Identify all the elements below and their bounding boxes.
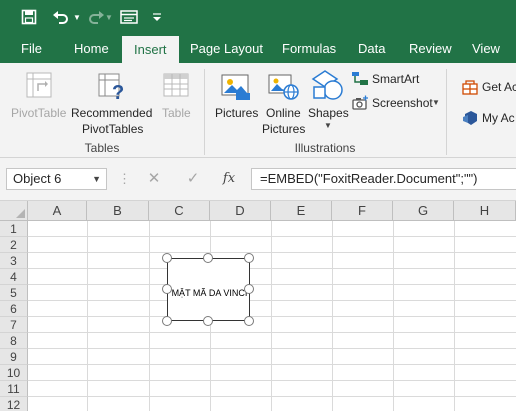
recommended-pivottables-line1[interactable]: Recommended (71, 106, 152, 120)
online-pictures-line1[interactable]: Online (266, 106, 301, 120)
gridline (28, 284, 516, 285)
save-icon[interactable] (18, 6, 40, 28)
row-header-7[interactable]: 7 (0, 317, 28, 333)
row-header-1[interactable]: 1 (0, 221, 28, 237)
column-header-d[interactable]: D (210, 201, 271, 221)
resize-handle-left[interactable] (162, 284, 172, 294)
undo-icon[interactable] (50, 6, 72, 28)
gridline (28, 300, 516, 301)
illustrations-group-label: Illustrations (294, 141, 356, 155)
column-header-c[interactable]: C (149, 201, 210, 221)
recommended-pivottables-icon[interactable]: ? (98, 71, 128, 104)
resize-handle-top-left[interactable] (162, 253, 172, 263)
title-bar: ▼ ▼ (0, 0, 516, 34)
row-header-8[interactable]: 8 (0, 333, 28, 349)
recommended-pivottables-line2[interactable]: PivotTables (82, 122, 143, 136)
my-addins-icon[interactable] (462, 110, 478, 129)
cancel-icon[interactable]: ✕ (143, 168, 165, 190)
smartart-icon[interactable] (351, 71, 369, 90)
shapes-dropdown-icon[interactable]: ▼ (324, 121, 332, 130)
name-box-dropdown-icon[interactable]: ▼ (92, 169, 101, 189)
form-icon[interactable] (118, 6, 140, 28)
tab-formulas[interactable]: Formulas (282, 34, 336, 63)
insert-function-icon[interactable]: fx (218, 168, 240, 190)
column-header-a[interactable]: A (28, 201, 87, 221)
pivottable-button[interactable]: PivotTable (11, 106, 66, 120)
pictures-icon[interactable] (221, 71, 251, 104)
store-icon[interactable] (462, 79, 478, 98)
gridline (28, 252, 516, 253)
row-header-2[interactable]: 2 (0, 237, 28, 253)
embedded-object[interactable]: MẬT MÃ DA VINCI (167, 258, 250, 321)
row-header-3[interactable]: 3 (0, 253, 28, 269)
resize-handle-bottom-right[interactable] (244, 316, 254, 326)
select-all-triangle-icon (16, 209, 25, 218)
embedded-object-label: MẬT MÃ DA VINCI (171, 288, 248, 298)
formula-input[interactable]: =EMBED("FoxitReader.Document";"") (251, 168, 516, 190)
tab-data[interactable]: Data (358, 34, 385, 63)
formula-bar-splitter-icon[interactable]: ⋮ (118, 171, 131, 187)
row-header-9[interactable]: 9 (0, 349, 28, 365)
gridline (28, 380, 516, 381)
redo-icon[interactable] (86, 6, 106, 28)
screenshot-dropdown-icon[interactable]: ▼ (432, 98, 440, 107)
gridline (28, 268, 516, 269)
customize-toolbar-icon[interactable] (150, 6, 164, 28)
resize-handle-bottom-left[interactable] (162, 316, 172, 326)
resize-handle-bottom[interactable] (203, 316, 213, 326)
tables-group-label: Tables (84, 141, 120, 155)
table-icon[interactable] (163, 73, 189, 100)
name-box-value: Object 6 (13, 171, 62, 186)
select-all-button[interactable] (0, 201, 28, 221)
resize-handle-top[interactable] (203, 253, 213, 263)
column-header-e[interactable]: E (271, 201, 332, 221)
row-header-11[interactable]: 11 (0, 381, 28, 397)
shapes-button[interactable]: Shapes (308, 106, 349, 120)
online-pictures-line2[interactable]: Pictures (262, 122, 305, 136)
pictures-button[interactable]: Pictures (215, 106, 258, 120)
column-header-b[interactable]: B (87, 201, 149, 221)
screenshot-button[interactable]: Screenshot (372, 96, 433, 110)
column-header-f[interactable]: F (332, 201, 393, 221)
tab-file[interactable]: File (21, 34, 42, 63)
online-pictures-icon[interactable] (268, 71, 300, 104)
ribbon-separator (446, 69, 447, 155)
svg-text:?: ? (112, 82, 124, 101)
name-box[interactable]: Object 6 ▼ (6, 168, 107, 190)
tab-home[interactable]: Home (74, 34, 109, 63)
worksheet-grid[interactable]: A B C D E F G H 1 2 3 4 5 6 7 8 9 10 11 … (0, 200, 516, 411)
ribbon-tabs: File Home Insert Page Layout Formulas Da… (0, 34, 516, 63)
redo-dropdown-icon[interactable]: ▼ (104, 6, 114, 28)
column-header-h[interactable]: H (454, 201, 516, 221)
screenshot-icon[interactable] (351, 95, 369, 114)
column-header-g[interactable]: G (393, 201, 454, 221)
row-header-12[interactable]: 12 (0, 397, 28, 411)
resize-handle-top-right[interactable] (244, 253, 254, 263)
gridline (28, 396, 516, 397)
get-addins-button[interactable]: Get Ac (482, 80, 516, 94)
shapes-icon[interactable] (311, 69, 345, 104)
table-button[interactable]: Table (162, 106, 191, 120)
row-header-5[interactable]: 5 (0, 285, 28, 301)
resize-handle-right[interactable] (244, 284, 254, 294)
gridline (28, 236, 516, 237)
gridline (28, 348, 516, 349)
row-header-4[interactable]: 4 (0, 269, 28, 285)
gridline (28, 364, 516, 365)
ribbon: PivotTable ? Recommended PivotTables Tab… (0, 63, 516, 158)
row-header-10[interactable]: 10 (0, 365, 28, 381)
undo-dropdown-icon[interactable]: ▼ (72, 6, 82, 28)
tab-insert[interactable]: Insert (122, 36, 179, 63)
gridline (28, 332, 516, 333)
my-addins-button[interactable]: My Ac (482, 111, 515, 125)
enter-icon[interactable]: ✓ (182, 168, 204, 190)
smartart-button[interactable]: SmartArt (372, 72, 419, 86)
tab-page-layout[interactable]: Page Layout (190, 34, 263, 63)
pivottable-icon[interactable] (26, 72, 52, 101)
gridline (28, 316, 516, 317)
tab-review[interactable]: Review (409, 34, 452, 63)
row-header-6[interactable]: 6 (0, 301, 28, 317)
formula-bar: Object 6 ▼ ⋮ ✕ ✓ fx =EMBED("FoxitReader.… (0, 158, 516, 200)
tab-view[interactable]: View (472, 34, 500, 63)
